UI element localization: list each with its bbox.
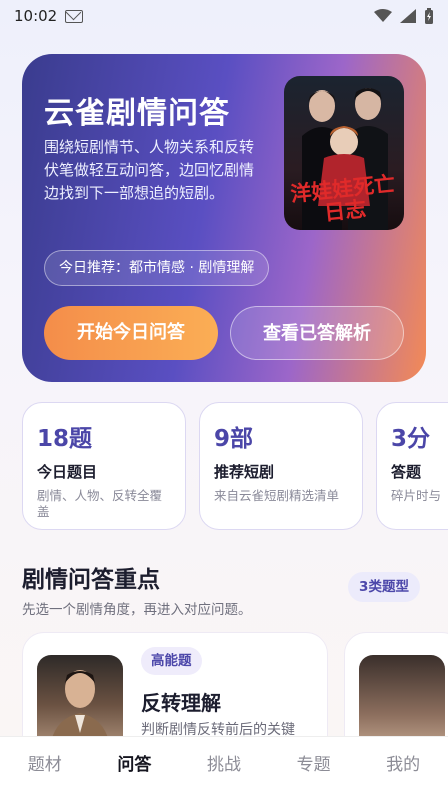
thumbnail-person-image <box>50 670 110 742</box>
question-types-badge: 3类题型 <box>348 572 420 602</box>
hero-description: 围绕短剧情节、人物关系和反转伏笔做轻互动问答，边回忆剧情边找到下一部想追的短剧。 <box>44 138 255 202</box>
stat-card-questions[interactable]: 18题 今日题目 剧情、人物、反转全覆盖 <box>22 402 186 530</box>
stat-label: 今日题目 <box>37 463 98 481</box>
signal-icon <box>400 9 416 23</box>
nav-tab-challenge[interactable]: 挑战 <box>179 737 269 796</box>
section-title: 剧情问答重点 <box>22 567 160 593</box>
nav-tab-topics[interactable]: 专题 <box>269 737 359 796</box>
stat-label: 推荐短剧 <box>214 463 275 481</box>
card-thumbnail <box>359 655 445 742</box>
status-icons <box>374 8 434 24</box>
view-answers-button[interactable]: 查看已答解析 <box>230 306 404 360</box>
recommend-chip[interactable]: 今日推荐：都市情感 · 剧情理解 <box>44 250 270 286</box>
mail-icon <box>65 9 84 23</box>
topic-card-next[interactable] <box>344 632 448 742</box>
stat-label: 答题 <box>391 463 422 481</box>
nav-tab-genres[interactable]: 题材 <box>0 737 90 796</box>
nav-tab-profile[interactable]: 我的 <box>358 737 448 796</box>
card-title: 反转理解 <box>141 691 221 715</box>
topic-cards: 高能题 反转理解 判断剧情反转前后的关键 <box>22 632 448 742</box>
topic-card-twist[interactable]: 高能题 反转理解 判断剧情反转前后的关键 <box>22 632 328 742</box>
stat-value: 18题 <box>37 426 93 452</box>
stat-card-dramas[interactable]: 9部 推荐短剧 来自云雀短剧精选清单 <box>199 402 363 530</box>
stat-sub: 剧情、人物、反转全覆盖 <box>37 488 163 519</box>
status-time: 10:02 <box>14 7 58 25</box>
card-tag: 高能题 <box>141 647 202 675</box>
stat-card-time[interactable]: 3分 答题 碎片时与 <box>376 402 448 530</box>
nav-tab-quiz[interactable]: 问答 <box>90 737 180 796</box>
stat-sub: 来自云雀短剧精选清单 <box>214 488 340 503</box>
start-quiz-button[interactable]: 开始今日问答 <box>44 306 218 360</box>
stat-value: 9部 <box>214 426 254 452</box>
bottom-nav: 题材 问答 挑战 专题 我的 <box>0 736 448 796</box>
stat-sub: 碎片时与 <box>391 488 442 503</box>
stats-row: 18题 今日题目 剧情、人物、反转全覆盖 9部 推荐短剧 来自云雀短剧精选清单 … <box>22 402 448 530</box>
section-subtitle: 先选一个剧情角度，再进入对应问题。 <box>22 602 252 618</box>
hero-banner: 云雀剧情问答 围绕短剧情节、人物关系和反转伏笔做轻互动问答，边回忆剧情边找到下一… <box>22 54 426 382</box>
status-bar: 10:02 <box>0 0 448 32</box>
hero-title: 云雀剧情问答 <box>44 96 230 131</box>
drama-poster[interactable]: 洋娃娃死亡日志 <box>284 76 404 230</box>
stat-value: 3分 <box>391 426 431 452</box>
battery-icon <box>425 8 433 24</box>
card-thumbnail <box>37 655 123 742</box>
wifi-icon <box>374 9 392 22</box>
